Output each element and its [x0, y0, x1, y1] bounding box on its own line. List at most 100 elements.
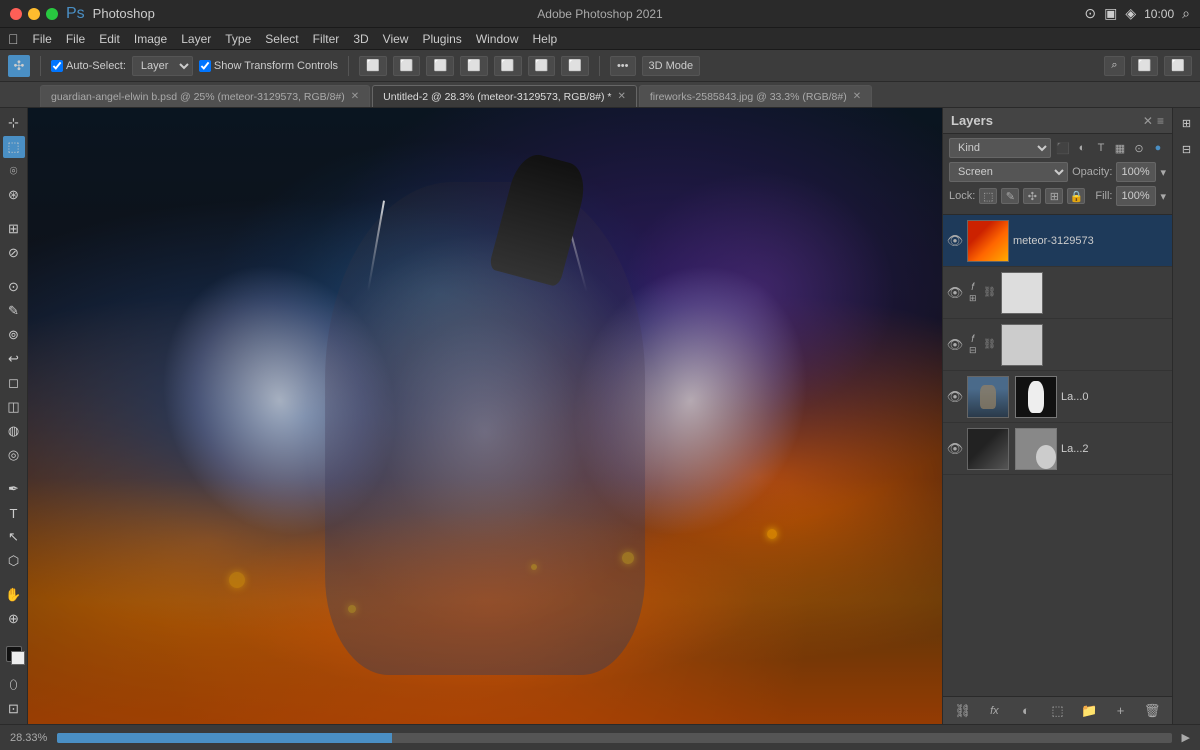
close-tab-2[interactable]: ✕: [853, 91, 861, 102]
menu-type[interactable]: Type: [225, 32, 251, 46]
lasso-tool[interactable]: ⌾: [3, 160, 25, 182]
auto-select-type[interactable]: Layer Group: [132, 56, 193, 76]
layer-item-3[interactable]: 👁 La...0: [943, 371, 1172, 423]
lock-all[interactable]: 🔒: [1067, 188, 1085, 204]
layer-item-1[interactable]: 👁 𝑓 ⊞ ⛓: [943, 267, 1172, 319]
search-toolbar[interactable]: ⌕: [1104, 56, 1124, 76]
fx-button[interactable]: fx: [983, 700, 1005, 722]
tab-1[interactable]: Untitled-2 @ 28.3% (meteor-3129573, RGB/…: [372, 85, 637, 107]
blend-select[interactable]: Screen Normal Multiply Overlay: [949, 162, 1068, 182]
blur-tool[interactable]: ◍: [3, 420, 25, 442]
panel-menu[interactable]: ≡: [1157, 114, 1164, 128]
arrow-icon[interactable]: ▶: [1182, 731, 1190, 744]
close-button[interactable]: [10, 8, 22, 20]
adj-filter[interactable]: ◐: [1074, 140, 1090, 156]
group-button[interactable]: 📁: [1078, 700, 1100, 722]
fill-dropdown[interactable]: ▾: [1160, 190, 1166, 203]
libraries-icon[interactable]: ⊟: [1176, 138, 1198, 160]
search-icon[interactable]: ⌕: [1182, 5, 1190, 22]
quick-mask[interactable]: ⬯: [3, 674, 25, 696]
canvas-area[interactable]: [28, 108, 942, 724]
maximize-button[interactable]: [46, 8, 58, 20]
lock-pixels[interactable]: ✎: [1001, 188, 1019, 204]
menu-photoshop[interactable]: File: [33, 32, 52, 46]
menu-plugins[interactable]: Plugins: [422, 32, 461, 46]
fill-input[interactable]: [1116, 186, 1156, 206]
layer-eye-1[interactable]: 👁: [947, 285, 963, 301]
layer-item-2[interactable]: 👁 𝑓 ⊟ ⛓: [943, 319, 1172, 371]
brush-tool[interactable]: ✎: [3, 300, 25, 322]
menu-file[interactable]: File: [66, 32, 85, 46]
menu-help[interactable]: Help: [533, 32, 558, 46]
layer-item-4[interactable]: 👁 La...2: [943, 423, 1172, 475]
new-adjustment-btn[interactable]: ◐: [1015, 700, 1037, 722]
tab-0[interactable]: guardian-angel-elwin b.psd @ 25% (meteor…: [40, 85, 370, 107]
menu-view[interactable]: View: [383, 32, 409, 46]
layer-eye-0[interactable]: 👁: [947, 233, 963, 249]
dodge-tool[interactable]: ◎: [3, 444, 25, 466]
layer-eye-3[interactable]: 👁: [947, 389, 963, 405]
align-top[interactable]: ⬜: [460, 56, 488, 76]
tab-2[interactable]: fireworks-2585843.jpg @ 33.3% (RGB/8#) ✕: [639, 85, 872, 107]
stamp-tool[interactable]: ⊚: [3, 324, 25, 346]
menu-image[interactable]: Image: [134, 32, 167, 46]
more-options[interactable]: •••: [610, 56, 636, 76]
screen-mode[interactable]: ⊡: [3, 698, 25, 720]
new-layer-button[interactable]: +: [1110, 700, 1132, 722]
foreground-color[interactable]: [6, 646, 22, 662]
menu-layer[interactable]: Layer: [181, 32, 211, 46]
path-select[interactable]: ↖: [3, 526, 25, 548]
active-filter[interactable]: ●: [1150, 140, 1166, 156]
menu-edit[interactable]: Edit: [99, 32, 120, 46]
layer-eye-2[interactable]: 👁: [947, 337, 963, 353]
menu-filter[interactable]: Filter: [313, 32, 340, 46]
apple-menu[interactable]: : [8, 31, 19, 47]
selection-tool[interactable]: ⬚: [3, 136, 25, 158]
lock-position[interactable]: ✣: [1023, 188, 1041, 204]
distribute[interactable]: ⬜: [561, 56, 589, 76]
smart-filter[interactable]: ⊙: [1131, 140, 1147, 156]
minimize-button[interactable]: [28, 8, 40, 20]
transform-checkbox[interactable]: [199, 60, 211, 72]
layer-item-0[interactable]: 👁 meteor-3129573: [943, 215, 1172, 267]
close-tab-0[interactable]: ✕: [351, 91, 359, 102]
workspace[interactable]: ⬜: [1131, 56, 1159, 76]
move-tool[interactable]: ✣: [8, 55, 30, 77]
pixel-filter[interactable]: ⬛: [1055, 140, 1071, 156]
menu-3d[interactable]: 3D: [353, 32, 368, 46]
lock-artboard[interactable]: ⊞: [1045, 188, 1063, 204]
magic-wand[interactable]: ⊛: [3, 184, 25, 206]
layer-eye-4[interactable]: 👁: [947, 441, 963, 457]
share[interactable]: ⬜: [1164, 56, 1192, 76]
opacity-dropdown[interactable]: ▾: [1160, 166, 1166, 179]
properties-icon[interactable]: ⊞: [1176, 112, 1198, 134]
pen-tool[interactable]: ✒: [3, 478, 25, 500]
eyedropper[interactable]: ⊘: [3, 242, 25, 264]
link-layers-btn[interactable]: ⛓: [952, 700, 974, 722]
heal-tool[interactable]: ⊙: [3, 276, 25, 298]
menu-window[interactable]: Window: [476, 32, 519, 46]
close-tab-1[interactable]: ✕: [618, 91, 626, 102]
zoom-tool[interactable]: ⊕: [3, 608, 25, 630]
text-tool[interactable]: T: [3, 502, 25, 524]
align-left[interactable]: ⬜: [359, 56, 387, 76]
panel-close[interactable]: ✕: [1143, 114, 1153, 128]
align-bottom[interactable]: ⬜: [528, 56, 556, 76]
gradient-tool[interactable]: ◫: [3, 396, 25, 418]
align-center-h[interactable]: ⬜: [494, 56, 522, 76]
kind-select[interactable]: Kind: [949, 138, 1051, 158]
move-tool-left[interactable]: ⊹: [3, 112, 25, 134]
menu-select[interactable]: Select: [265, 32, 298, 46]
opacity-input[interactable]: [1116, 162, 1156, 182]
crop-tool[interactable]: ⊞: [3, 218, 25, 240]
hand-tool[interactable]: ✋: [3, 584, 25, 606]
eraser-tool[interactable]: ◻: [3, 372, 25, 394]
shape-filter[interactable]: ▦: [1112, 140, 1128, 156]
text-filter[interactable]: T: [1093, 140, 1109, 156]
auto-select-checkbox[interactable]: [51, 60, 63, 72]
mask-button[interactable]: ⬚: [1046, 700, 1068, 722]
3d-mode[interactable]: 3D Mode: [642, 56, 701, 76]
align-right[interactable]: ⬜: [426, 56, 454, 76]
history-brush[interactable]: ↩: [3, 348, 25, 370]
lock-transparency[interactable]: ⬚: [979, 188, 997, 204]
